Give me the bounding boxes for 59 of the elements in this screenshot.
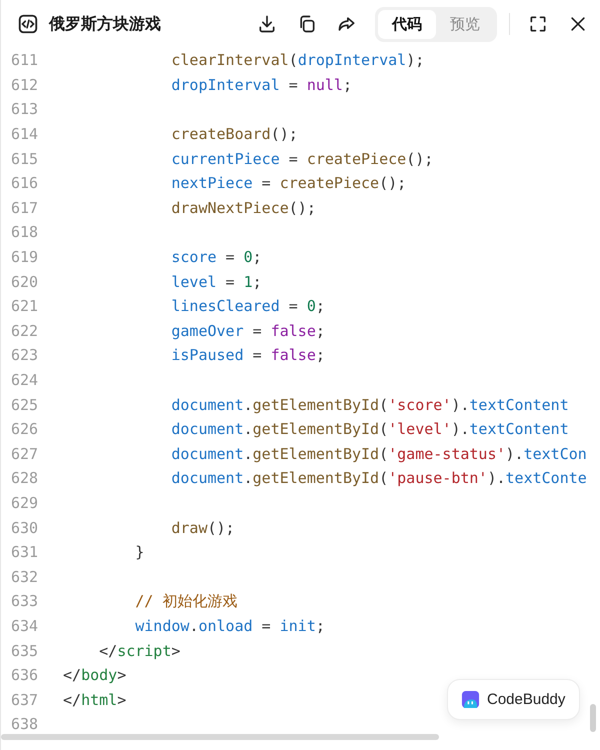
code-line: linesCleared = 0; <box>170 297 325 316</box>
code-line: isPaused = false; <box>170 346 325 364</box>
code-line: document.getElementById('pause-btn').textConte <box>170 469 587 488</box>
line-number: 625 <box>10 396 40 414</box>
code-line: score = 0; <box>170 248 262 266</box>
line-number: 614 <box>10 125 40 144</box>
code-line: clearInterval(dropInterval); <box>170 51 424 70</box>
code-line: document.getElementById('score').textContent <box>170 396 569 414</box>
line-number: 637 <box>10 690 40 709</box>
line-number: 632 <box>10 568 40 586</box>
code-line: dropInterval = null; <box>170 76 352 94</box>
code-line: } <box>134 543 144 562</box>
horizontal-scrollbar[interactable] <box>1 734 439 740</box>
line-number: 615 <box>10 150 40 168</box>
vertical-scrollbar[interactable] <box>590 704 596 732</box>
line-number: 638 <box>10 715 40 734</box>
line-number: 617 <box>10 198 40 217</box>
code-icon <box>17 13 39 35</box>
line-number: 611 <box>10 51 40 70</box>
code-line: draw(); <box>170 518 235 537</box>
code-line: document.getElementById('game-status').textCon <box>170 444 587 463</box>
code-line: </body> <box>63 666 126 684</box>
line-number: 626 <box>10 420 40 438</box>
code-line: </script> <box>98 642 180 660</box>
code-line: currentPiece = createPiece(); <box>170 150 434 168</box>
line-number: 620 <box>10 272 40 291</box>
fullscreen-icon[interactable] <box>528 14 548 34</box>
code-line: window.onload = init; <box>134 616 325 635</box>
code-line: gameOver = false; <box>170 322 325 340</box>
line-number: 616 <box>10 174 40 192</box>
line-number: 622 <box>10 322 40 340</box>
code-line: drawNextPiece(); <box>170 198 316 217</box>
codebuddy-button[interactable]: CodeBuddy <box>447 679 580 720</box>
line-number: 624 <box>10 371 40 390</box>
line-number: 635 <box>10 642 40 660</box>
line-number: 613 <box>10 100 40 118</box>
line-number: 631 <box>10 543 40 562</box>
line-number: 634 <box>10 616 40 635</box>
code-line: // 初始化游戏 <box>134 592 238 611</box>
line-number: 623 <box>10 346 40 364</box>
line-number: 618 <box>10 223 40 242</box>
robot-icon <box>461 690 480 709</box>
view-tab[interactable]: 代码 <box>378 10 436 38</box>
line-number: 633 <box>10 592 40 610</box>
code-line: </html> <box>63 690 126 709</box>
code-line: document.getElementById('level').textContent <box>170 420 569 438</box>
code-line: createBoard(); <box>170 125 298 144</box>
download-icon[interactable] <box>257 14 277 34</box>
line-number: 636 <box>10 666 40 684</box>
line-number: 612 <box>10 76 40 94</box>
line-number: 628 <box>10 469 40 488</box>
line-number: 619 <box>10 248 40 266</box>
code-line: nextPiece = createPiece(); <box>170 174 406 192</box>
line-number: 629 <box>10 494 40 512</box>
line-number: 627 <box>10 444 40 463</box>
window-title: 俄罗斯方块游戏 <box>49 14 161 34</box>
line-number: 621 <box>10 297 40 316</box>
line-number: 630 <box>10 518 40 537</box>
code-line: level = 1; <box>170 272 262 291</box>
